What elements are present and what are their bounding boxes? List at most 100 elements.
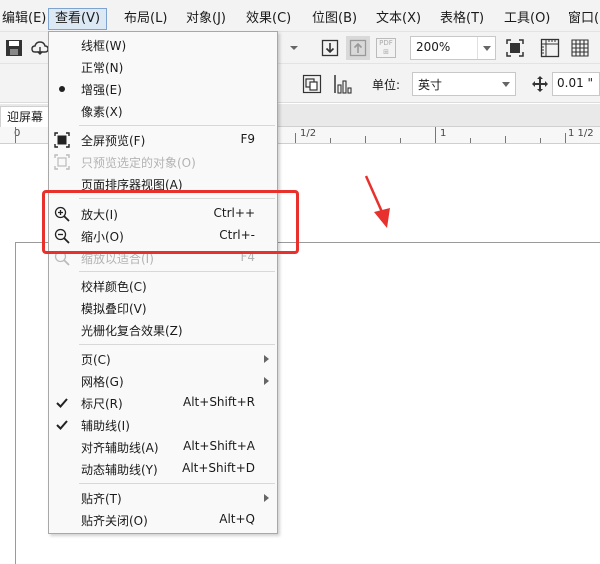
menu-item-pixels[interactable]: 像素(X)	[49, 100, 277, 122]
menu-item-label: 贴齐(T)	[81, 492, 122, 506]
align-button[interactable]	[330, 72, 354, 96]
ruler-tick	[470, 138, 471, 143]
page-layout-button[interactable]	[300, 72, 324, 96]
menu-item-alignment-guides[interactable]: 对齐辅助线(A) Alt+Shift+A	[49, 436, 277, 458]
menu-layout[interactable]: 布局(L)	[118, 8, 173, 30]
check-icon	[53, 394, 71, 412]
menu-item-label: 像素(X)	[81, 105, 123, 119]
cloud-icon	[31, 41, 49, 55]
menu-item-proof-colors[interactable]: 校样颜色(C)	[49, 275, 277, 297]
menu-item-label: 只预览选定的对象(O)	[81, 156, 196, 170]
ruler-tick	[365, 136, 366, 143]
menu-view[interactable]: 查看(V)	[48, 8, 108, 30]
full-screen-icon	[53, 131, 71, 149]
ruler-tick	[540, 138, 541, 143]
menu-window[interactable]: 窗口(	[562, 8, 600, 30]
menu-item-rulers[interactable]: 标尺(R) Alt+Shift+R	[49, 392, 277, 414]
radio-bullet-icon	[53, 80, 71, 98]
menu-item-page[interactable]: 页(C)	[49, 348, 277, 370]
menu-item-guidelines[interactable]: 辅助线(I)	[49, 414, 277, 436]
zoom-level-value: 200%	[416, 40, 451, 54]
menu-item-dynamic-guides[interactable]: 动态辅助线(Y) Alt+Shift+D	[49, 458, 277, 480]
menu-item-label: 线框(W)	[81, 39, 127, 53]
pdf-icon: PDF ⊞	[376, 38, 396, 58]
submenu-arrow-icon	[264, 355, 269, 363]
dropdown-arrow[interactable]	[286, 36, 302, 60]
chevron-down-icon[interactable]	[497, 73, 515, 95]
menu-item-full-screen-preview[interactable]: 全屏预览(F) F9	[49, 129, 277, 151]
menu-bar: 编辑(E) 查看(V) 布局(L) 对象(J) 效果(C) 位图(B) 文本(X…	[0, 6, 600, 31]
menu-text[interactable]: 文本(X)	[370, 8, 427, 30]
save-button[interactable]	[2, 36, 26, 60]
preview-selected-icon	[53, 153, 71, 171]
menu-effects[interactable]: 效果(C)	[240, 8, 297, 30]
menu-item-enhanced[interactable]: 增强(E)	[49, 78, 277, 100]
grid-toggle-button[interactable]	[568, 36, 592, 60]
ruler-icon	[540, 38, 560, 58]
menu-item-wireframe[interactable]: 线框(W)	[49, 34, 277, 56]
menu-item-label: 光栅化复合效果(Z)	[81, 324, 183, 338]
ruler-tick	[435, 127, 436, 143]
menu-item-shortcut: Alt+Shift+A	[183, 439, 255, 453]
menu-item-label: 对齐辅助线(A)	[81, 441, 159, 455]
ruler-tick	[15, 127, 16, 143]
full-screen-button[interactable]	[503, 36, 527, 60]
menu-item-label: 校样颜色(C)	[81, 280, 147, 294]
menu-separator	[79, 483, 275, 484]
menu-item-grid[interactable]: 网格(G)	[49, 370, 277, 392]
full-screen-icon	[506, 39, 524, 57]
menu-separator	[79, 344, 275, 345]
tab-welcome-screen[interactable]: 迎屏幕	[0, 106, 51, 127]
units-label: 单位:	[372, 78, 401, 92]
menu-item-label: 增强(E)	[81, 83, 122, 97]
menu-edit[interactable]: 编辑(E)	[0, 8, 52, 30]
annotation-arrow-icon	[364, 175, 390, 228]
menu-item-simulate-overprints[interactable]: 模拟叠印(V)	[49, 297, 277, 319]
menu-item-label: 模拟叠印(V)	[81, 302, 147, 316]
menu-object[interactable]: 对象(J)	[180, 8, 232, 30]
annotation-highlight-box	[42, 190, 299, 254]
submenu-arrow-icon	[264, 377, 269, 385]
menu-item-label: 辅助线(I)	[81, 419, 130, 433]
ruler-tick	[330, 138, 331, 143]
save-icon	[6, 40, 22, 56]
menu-item-shortcut: Alt+Shift+D	[182, 461, 255, 475]
menu-separator	[79, 271, 275, 272]
menu-item-label: 全屏预览(F)	[81, 134, 146, 148]
submenu-arrow-icon	[264, 494, 269, 502]
chevron-down-icon	[290, 46, 298, 50]
ruler-tick	[505, 136, 506, 143]
menu-table[interactable]: 表格(T)	[434, 8, 490, 30]
menu-item-snap-off[interactable]: 贴齐关闭(O) Alt+Q	[49, 509, 277, 531]
units-select[interactable]: 英寸	[412, 72, 516, 96]
menu-item-label: 贴齐关闭(O)	[81, 514, 148, 528]
menu-item-snap-to[interactable]: 贴齐(T)	[49, 487, 277, 509]
menu-item-label: 正常(N)	[81, 61, 124, 75]
import-button[interactable]	[318, 36, 342, 60]
menu-item-rasterize-compound-effects[interactable]: 光栅化复合效果(Z)	[49, 319, 277, 341]
grid-icon	[571, 39, 589, 57]
publish-pdf-button[interactable]: PDF ⊞	[374, 36, 398, 60]
nudge-distance-icon-wrap	[528, 72, 552, 96]
page-layout-icon	[302, 74, 322, 94]
zoom-level-select[interactable]: 200%	[410, 36, 496, 60]
nudge-distance-value: 0.01 "	[557, 76, 594, 90]
menu-tools[interactable]: 工具(O)	[498, 8, 556, 30]
ruler-label-half: 1/2	[300, 128, 317, 139]
nudge-distance-input[interactable]: 0.01 "	[552, 72, 600, 96]
rulers-toggle-button[interactable]	[538, 36, 562, 60]
chevron-down-icon[interactable]	[477, 37, 495, 59]
menu-item-normal[interactable]: 正常(N)	[49, 56, 277, 78]
menu-item-label: 页(C)	[81, 353, 111, 367]
pdf-label: PDF	[379, 39, 393, 47]
menu-bitmap[interactable]: 位图(B)	[306, 8, 363, 30]
menu-item-shortcut: Alt+Shift+R	[183, 395, 255, 409]
menu-item-shortcut: Alt+Q	[219, 512, 255, 526]
export-button[interactable]	[346, 36, 370, 60]
export-icon	[349, 39, 367, 57]
units-value: 英寸	[418, 78, 443, 92]
ruler-tick	[565, 133, 566, 143]
ruler-label-1: 1	[440, 128, 447, 139]
import-icon	[321, 39, 339, 57]
check-icon	[53, 416, 71, 434]
